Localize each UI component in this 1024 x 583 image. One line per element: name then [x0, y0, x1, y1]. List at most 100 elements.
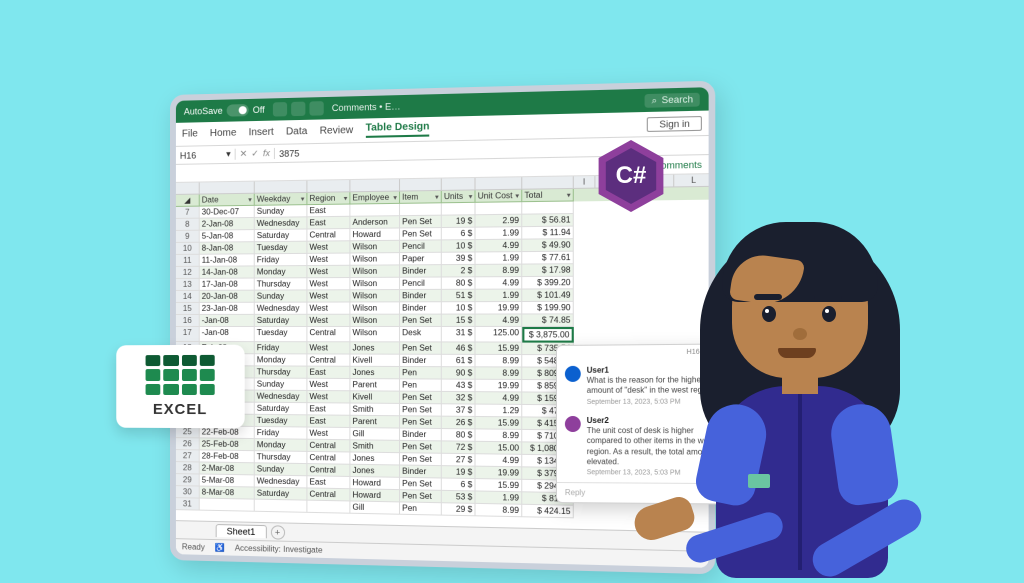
row-number[interactable]: 14 [176, 291, 200, 303]
select-all-cell[interactable]: ◢ [176, 195, 200, 207]
tab-file[interactable]: File [182, 128, 198, 139]
filter-header[interactable]: Total▾ [522, 189, 574, 202]
cell[interactable]: Tuesday [255, 242, 308, 255]
cell[interactable]: 30-Dec-07 [200, 206, 255, 219]
cell[interactable]: Jones [350, 465, 400, 478]
cell[interactable]: East [307, 403, 350, 416]
cell[interactable]: Friday [255, 342, 308, 354]
cell[interactable]: Sunday [255, 290, 308, 302]
cell[interactable] [400, 203, 442, 216]
cell[interactable]: East [307, 205, 350, 218]
cell[interactable]: 1.29 [476, 405, 523, 418]
name-box[interactable]: H16 ▾ [176, 149, 236, 161]
cell[interactable]: 20-Jan-08 [200, 291, 255, 303]
cell[interactable]: Saturday [255, 229, 308, 242]
cell[interactable]: Binder [400, 466, 442, 479]
cell[interactable]: 14-Jan-08 [200, 266, 255, 278]
tab-home[interactable]: Home [210, 128, 237, 140]
cell[interactable]: Wilson [350, 302, 400, 314]
cell[interactable]: 4.99 [476, 240, 523, 253]
row-number[interactable]: 30 [176, 486, 200, 498]
tab-table-design[interactable]: Table Design [366, 121, 430, 138]
cell[interactable]: Saturday [255, 488, 308, 501]
cell[interactable]: Central [307, 452, 350, 465]
column-header[interactable]: I [574, 176, 596, 189]
cell[interactable]: $ 77.61 [522, 252, 574, 265]
row-number[interactable]: 12 [176, 267, 200, 279]
row-number[interactable]: 7 [176, 207, 200, 219]
filter-header[interactable]: Region▾ [307, 192, 350, 205]
cell[interactable]: West [307, 302, 350, 314]
cell[interactable]: Smith [350, 440, 400, 453]
cell[interactable]: 32 $ [442, 392, 476, 405]
cell[interactable]: 2-Jan-08 [200, 218, 255, 231]
cell[interactable]: 19.99 [476, 380, 523, 393]
check-icon[interactable]: ✓ [251, 148, 259, 159]
cell[interactable]: 53 $ [442, 491, 476, 504]
cell[interactable]: West [307, 290, 350, 302]
cell[interactable]: $ 11.94 [522, 227, 574, 240]
cell[interactable]: 15.99 [476, 417, 523, 430]
row-number[interactable]: 27 [176, 450, 200, 462]
cell[interactable]: Central [307, 440, 350, 453]
cell[interactable]: Pen Set [400, 315, 442, 327]
column-header[interactable] [255, 181, 308, 194]
cell[interactable]: 2-Mar-08 [200, 462, 255, 475]
cell[interactable]: West [307, 379, 350, 391]
cell[interactable]: 5-Mar-08 [200, 474, 255, 487]
cell[interactable]: Binder [400, 302, 442, 314]
cell[interactable]: -Jan-08 [200, 327, 255, 342]
column-header[interactable] [442, 178, 476, 191]
cell[interactable]: 80 $ [442, 429, 476, 442]
cell[interactable]: Parent [350, 379, 400, 392]
cell[interactable]: East [307, 367, 350, 379]
cell[interactable]: West [307, 266, 350, 278]
toggle-switch[interactable] [227, 104, 249, 117]
cell[interactable]: Monday [255, 354, 308, 366]
cell[interactable]: Wednesday [255, 217, 308, 230]
cell[interactable]: Tuesday [255, 327, 308, 342]
cell[interactable]: 4.99 [476, 315, 523, 327]
cell[interactable]: 27 $ [442, 454, 476, 467]
filter-header[interactable]: Unit Cost▾ [476, 190, 523, 203]
cell[interactable]: 6 $ [442, 228, 476, 241]
cell[interactable]: East [307, 415, 350, 428]
cell[interactable] [522, 201, 574, 214]
cell[interactable]: Pen Set [400, 392, 442, 405]
row-number[interactable]: 16 [176, 315, 200, 327]
cell[interactable]: 4.99 [476, 454, 523, 467]
sheet-tab[interactable]: Sheet1 [216, 524, 267, 538]
cell[interactable]: Howard [350, 489, 400, 502]
cell[interactable]: $ 74.85 [522, 314, 574, 327]
cell[interactable]: Kivell [350, 355, 400, 367]
cell[interactable]: 1.99 [476, 252, 523, 265]
cell[interactable]: 19.99 [476, 467, 523, 480]
cell[interactable]: 15.99 [476, 479, 523, 492]
cell[interactable]: $ 101.49 [522, 289, 574, 302]
column-header[interactable] [350, 179, 400, 192]
cell[interactable]: 15.99 [476, 343, 523, 356]
cell[interactable]: Wilson [350, 290, 400, 302]
cell[interactable]: Pen Set [400, 441, 442, 454]
cell[interactable]: Central [307, 464, 350, 477]
cell[interactable]: Central [307, 488, 350, 501]
cell[interactable]: 8.99 [476, 504, 523, 517]
cell[interactable]: Smith [350, 404, 400, 417]
cell[interactable]: Tuesday [255, 415, 308, 428]
cell[interactable]: 6 $ [442, 479, 476, 492]
cell[interactable]: 43 $ [442, 380, 476, 393]
cell[interactable]: Pen Set [400, 404, 442, 417]
cell[interactable]: Sunday [255, 205, 308, 218]
cell[interactable]: Pen Set [400, 478, 442, 491]
cell[interactable]: 8.99 [476, 265, 523, 278]
tab-review[interactable]: Review [320, 125, 354, 137]
cell[interactable]: Jones [350, 367, 400, 380]
cell[interactable]: Parent [350, 416, 400, 429]
cell[interactable]: 22-Feb-08 [200, 426, 255, 439]
cell[interactable]: 11-Jan-08 [200, 254, 255, 266]
cell[interactable]: 61 $ [442, 355, 476, 368]
cell[interactable]: 1.99 [476, 290, 523, 303]
cell[interactable]: Wilson [350, 253, 400, 266]
cell[interactable]: $ 199.90 [522, 302, 574, 315]
cell[interactable]: 4.99 [476, 392, 523, 405]
